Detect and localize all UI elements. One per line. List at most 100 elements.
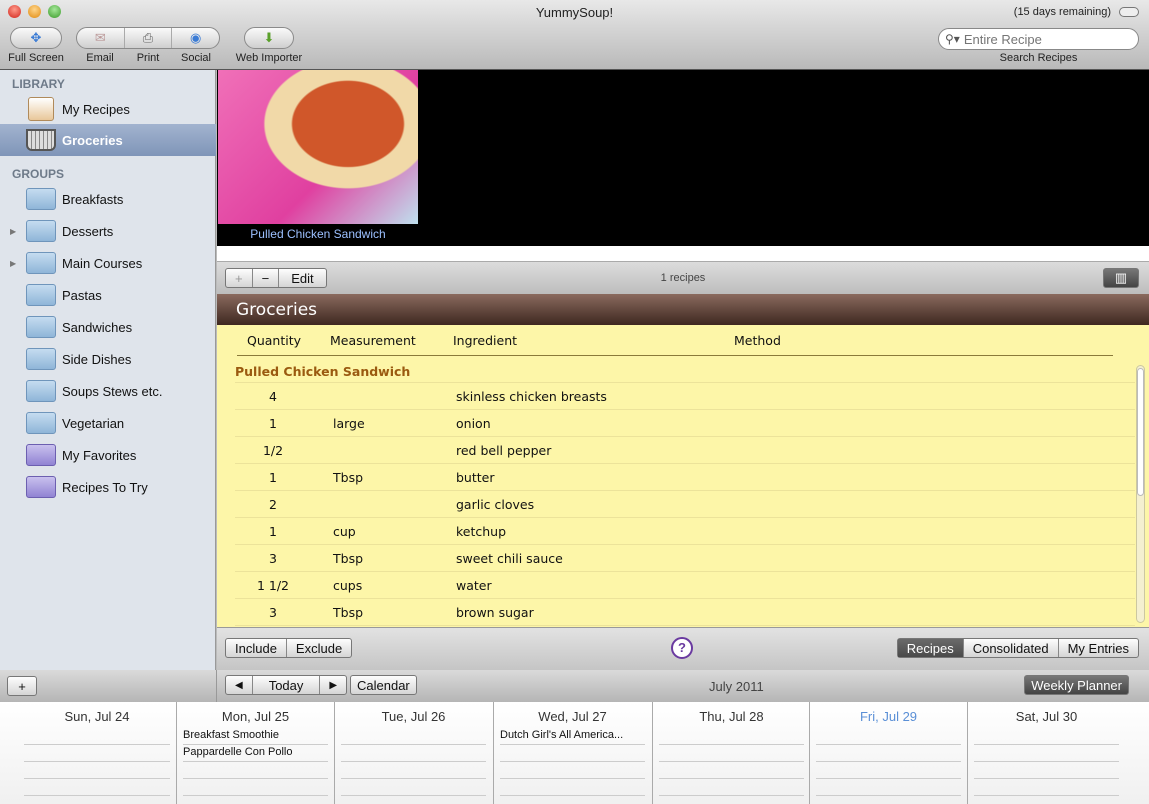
recipe-toolbar: + − Edit 1 recipes ▥ — [217, 262, 1149, 294]
toolbar-toggle[interactable] — [1119, 7, 1139, 17]
search-input[interactable] — [963, 31, 1124, 47]
ingredient: ketchup — [456, 524, 507, 539]
slot-divider — [816, 778, 961, 779]
list-bottom-bar: Include Exclude ? Recipes Consolidated M… — [217, 627, 1149, 670]
grocery-item-row[interactable]: 1 large onion — [235, 410, 1135, 437]
search-icon: ⚲▾ — [945, 32, 960, 46]
recipe-thumbnail[interactable] — [218, 70, 418, 224]
folder-icon — [26, 188, 56, 210]
meal-entry[interactable]: Dutch Girl's All America... — [500, 729, 623, 741]
my-entries-view-button[interactable]: My Entries — [1059, 639, 1138, 657]
include-exclude-group[interactable]: Include Exclude — [225, 638, 353, 658]
label: My Recipes — [62, 101, 130, 117]
view-segmented-control[interactable]: Recipes Consolidated My Entries — [896, 638, 1139, 658]
quantity: 2 — [269, 497, 277, 512]
grocery-item-row[interactable]: 4 skinless chicken breasts — [235, 383, 1135, 410]
recipe-caption[interactable]: Pulled Chicken Sandwich — [218, 227, 418, 241]
meal-entry[interactable]: Pappardelle Con Pollo — [183, 746, 292, 758]
sidebar-item-breakfasts[interactable]: Breakfasts — [0, 184, 216, 214]
web-importer-button[interactable]: ⬇ — [244, 27, 294, 49]
disclosure-triangle-icon[interactable]: ▶ — [10, 227, 16, 236]
slot-divider — [974, 761, 1119, 762]
slot-divider — [500, 778, 645, 779]
grocery-item-row[interactable]: 3 Tbsp brown sugar — [235, 599, 1135, 626]
sidebar-item-my-favorites[interactable]: My Favorites — [0, 440, 216, 470]
recipe-book-icon — [28, 97, 54, 121]
help-button[interactable]: ? — [671, 637, 693, 659]
column-measurement[interactable]: Measurement — [330, 333, 416, 348]
sidebar-item-soups-stews-etc-[interactable]: Soups Stews etc. — [0, 376, 216, 406]
label: Sandwiches — [62, 319, 133, 335]
full-screen-button[interactable]: ✥ — [10, 27, 62, 49]
quantity: 1 1/2 — [256, 578, 290, 593]
calendar-button[interactable]: Calendar — [350, 675, 417, 695]
quantity: 3 — [269, 605, 277, 620]
grocery-list: Quantity Measurement Ingredient Method P… — [217, 325, 1149, 627]
grocery-item-row[interactable]: 1 1/2 cups water — [235, 572, 1135, 599]
ingredient: red bell pepper — [456, 443, 552, 458]
ingredient: sweet chili sauce — [456, 551, 563, 566]
grocery-item-row[interactable]: 1 Tbsp butter — [235, 464, 1135, 491]
column-ingredient[interactable]: Ingredient — [453, 333, 517, 348]
slot-divider — [659, 795, 804, 796]
next-week-button[interactable]: ▶ — [320, 676, 346, 694]
consolidated-view-button[interactable]: Consolidated — [964, 639, 1059, 657]
ingredient: garlic cloves — [456, 497, 535, 512]
exclude-button[interactable]: Exclude — [287, 639, 351, 657]
add-group-button[interactable]: + — [7, 676, 37, 696]
sidebar-item-desserts[interactable]: ▶ Desserts — [0, 216, 216, 246]
print-icon[interactable]: ⎙ — [125, 28, 173, 48]
calendar-day[interactable]: Fri, Jul 29 — [809, 702, 967, 804]
grocery-item-row[interactable]: 1 cup ketchup — [235, 518, 1135, 545]
recipes-view-button[interactable]: Recipes — [897, 639, 964, 657]
quantity: 3 — [269, 551, 277, 566]
calendar-day[interactable]: Wed, Jul 27 Dutch Girl's All America... — [493, 702, 651, 804]
download-arrow-icon: ⬇ — [263, 30, 275, 45]
email-label: Email — [86, 52, 114, 64]
share-button-group[interactable]: ✉ ⎙ ◉ — [76, 27, 220, 49]
sidebar-item-sandwiches[interactable]: Sandwiches — [0, 312, 216, 342]
weekly-planner-button[interactable]: Weekly Planner — [1024, 675, 1129, 695]
ingredient: brown sugar — [456, 605, 534, 620]
ingredient: onion — [456, 416, 491, 431]
email-icon[interactable]: ✉ — [77, 28, 125, 48]
slot-divider — [500, 795, 645, 796]
full-screen-label: Full Screen — [8, 52, 64, 64]
search-field[interactable]: ⚲▾ — [938, 28, 1139, 50]
slot-divider — [341, 744, 486, 745]
calendar-day[interactable]: Thu, Jul 28 — [652, 702, 810, 804]
calendar-day[interactable]: Tue, Jul 26 — [334, 702, 492, 804]
column-quantity[interactable]: Quantity — [247, 333, 301, 348]
include-button[interactable]: Include — [226, 639, 287, 657]
sidebar-item-vegetarian[interactable]: Vegetarian — [0, 408, 216, 438]
search-label: Search Recipes — [999, 52, 1078, 64]
social-icon[interactable]: ◉ — [172, 28, 219, 48]
web-importer-label: Web Importer — [235, 52, 303, 64]
date-nav-group[interactable]: ◀ Today ▶ — [225, 675, 348, 695]
ingredient: butter — [456, 470, 495, 485]
view-mode-button[interactable]: ▥ — [1103, 268, 1139, 288]
column-method[interactable]: Method — [734, 333, 781, 348]
calendar-day[interactable]: Mon, Jul 25 Breakfast Smoothie Pappardelle… — [176, 702, 334, 804]
calendar-day[interactable]: Sun, Jul 24 — [18, 702, 176, 804]
grocery-item-row[interactable]: 1/2 red bell pepper — [235, 437, 1135, 464]
meal-entry[interactable]: Breakfast Smoothie — [183, 729, 279, 741]
grocery-item-row[interactable]: 2 garlic cloves — [235, 491, 1135, 518]
previous-week-button[interactable]: ◀ — [226, 676, 253, 694]
scrollbar[interactable] — [1136, 365, 1145, 623]
slot-divider — [183, 778, 328, 779]
calendar-day[interactable]: Sat, Jul 30 — [967, 702, 1125, 804]
disclosure-triangle-icon[interactable]: ▶ — [10, 259, 16, 268]
sidebar-item-groceries[interactable]: Groceries — [0, 124, 216, 156]
sidebar-item-main-courses[interactable]: ▶ Main Courses — [0, 248, 216, 278]
sidebar-item-my-recipes[interactable]: My Recipes — [0, 94, 216, 124]
grocery-item-row[interactable]: 3 Tbsp sweet chili sauce — [235, 545, 1135, 572]
sidebar-item-pastas[interactable]: Pastas — [0, 280, 216, 310]
today-button[interactable]: Today — [253, 676, 321, 694]
label: Weekly Planner — [1031, 677, 1122, 693]
sidebar-item-side-dishes[interactable]: Side Dishes — [0, 344, 216, 374]
label: Soups Stews etc. — [62, 383, 163, 399]
ingredient: skinless chicken breasts — [456, 389, 607, 404]
sidebar: LIBRARY My Recipes Groceries GROUPS Brea… — [0, 70, 216, 670]
sidebar-item-recipes-to-try[interactable]: Recipes To Try — [0, 472, 216, 502]
